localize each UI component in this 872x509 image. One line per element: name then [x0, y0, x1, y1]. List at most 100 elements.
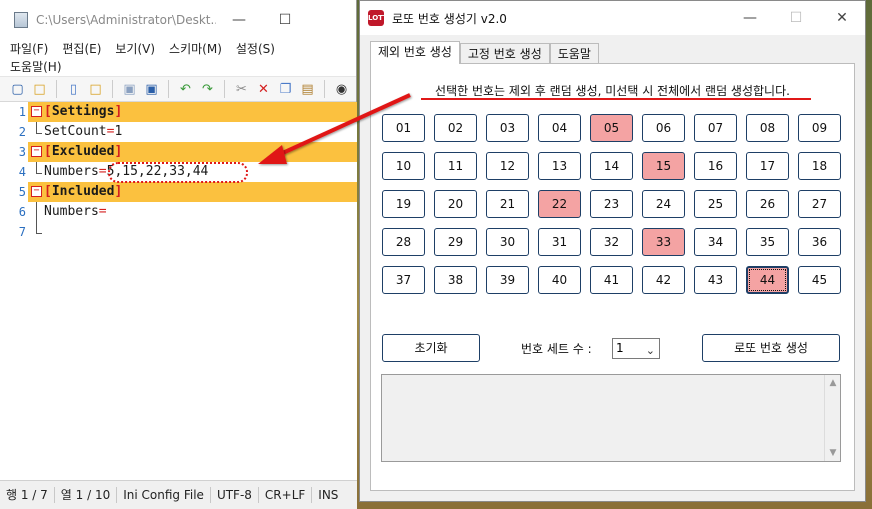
- number-button[interactable]: 19: [382, 190, 425, 218]
- number-button[interactable]: 16: [694, 152, 737, 180]
- number-button[interactable]: 13: [538, 152, 581, 180]
- number-button[interactable]: 04: [538, 114, 581, 142]
- kv-line-setcount: SetCount=1: [28, 122, 357, 142]
- scroll-up-icon[interactable]: ▲: [825, 375, 841, 391]
- maximize-button[interactable]: ☐: [262, 0, 308, 40]
- editor-text-area[interactable]: 1 2 3 4 5 6 7 − [Settings] SetCount=1 − …: [0, 102, 357, 480]
- lotto-app-icon: LOTTO: [368, 10, 394, 26]
- undo-icon[interactable]: ↶: [176, 80, 195, 99]
- paste-icon[interactable]: ▤: [298, 80, 317, 99]
- annotation-highlight-oval: [108, 162, 248, 183]
- annotation-underline: [421, 98, 811, 100]
- scrollbar[interactable]: ▲ ▼: [824, 375, 840, 461]
- menu-edit[interactable]: 편집(E): [62, 40, 101, 58]
- editor-titlebar: C:\Users\Administrator\Deskt... — ☐: [0, 0, 356, 40]
- menu-file[interactable]: 파일(F): [10, 40, 48, 58]
- lotto-title: 로또 번호 생성기 v2.0: [392, 11, 507, 26]
- number-button[interactable]: 02: [434, 114, 477, 142]
- key-value: 1: [114, 124, 123, 139]
- set-count-value: 1: [616, 341, 624, 355]
- fold-toggle-icon[interactable]: −: [31, 186, 42, 197]
- tab-help[interactable]: 도움말: [549, 43, 599, 64]
- new-file-icon[interactable]: ▯: [64, 80, 83, 99]
- minimize-button[interactable]: —: [216, 0, 262, 40]
- number-button[interactable]: 41: [590, 266, 633, 294]
- number-button[interactable]: 06: [642, 114, 685, 142]
- number-button[interactable]: 42: [642, 266, 685, 294]
- number-button[interactable]: 08: [746, 114, 789, 142]
- reset-button[interactable]: 초기화: [382, 334, 480, 362]
- number-button[interactable]: 39: [486, 266, 529, 294]
- scroll-down-icon[interactable]: ▼: [825, 445, 841, 461]
- number-button[interactable]: 35: [746, 228, 789, 256]
- status-column: 열 1 / 10: [55, 487, 118, 503]
- copy-icon[interactable]: ❐: [276, 80, 295, 99]
- number-button[interactable]: 38: [434, 266, 477, 294]
- open-file-icon[interactable]: □: [86, 80, 105, 99]
- number-button[interactable]: 40: [538, 266, 581, 294]
- editor-window: C:\Users\Administrator\Deskt... — ☐ 파일(F…: [0, 0, 357, 509]
- number-button[interactable]: 25: [694, 190, 737, 218]
- open-folder-icon[interactable]: □: [30, 80, 49, 99]
- number-button[interactable]: 44: [746, 266, 789, 294]
- book-icon[interactable]: ▢: [8, 80, 27, 99]
- number-button[interactable]: 15: [642, 152, 685, 180]
- number-button[interactable]: 27: [798, 190, 841, 218]
- number-button[interactable]: 23: [590, 190, 633, 218]
- number-button[interactable]: 17: [746, 152, 789, 180]
- toolbar-separator: [224, 80, 225, 98]
- redo-icon[interactable]: ↷: [198, 80, 217, 99]
- number-button[interactable]: 34: [694, 228, 737, 256]
- menu-settings[interactable]: 설정(S): [236, 40, 275, 58]
- number-button[interactable]: 24: [642, 190, 685, 218]
- number-button[interactable]: 05: [590, 114, 633, 142]
- number-button[interactable]: 07: [694, 114, 737, 142]
- close-button[interactable]: ✕: [819, 1, 865, 35]
- cut-icon[interactable]: ✂: [232, 80, 251, 99]
- fold-toggle-icon[interactable]: −: [31, 146, 42, 157]
- number-button[interactable]: 28: [382, 228, 425, 256]
- toolbar-separator: [56, 80, 57, 98]
- number-button[interactable]: 12: [486, 152, 529, 180]
- menu-help[interactable]: 도움말(H): [10, 58, 62, 76]
- number-button[interactable]: 37: [382, 266, 425, 294]
- maximize-button[interactable]: ☐: [773, 1, 819, 35]
- save-icon[interactable]: ▣: [120, 80, 139, 99]
- number-button[interactable]: 26: [746, 190, 789, 218]
- number-button[interactable]: 29: [434, 228, 477, 256]
- minimize-button[interactable]: —: [727, 1, 773, 35]
- delete-icon[interactable]: ✕: [254, 80, 273, 99]
- number-button[interactable]: 20: [434, 190, 477, 218]
- menu-view[interactable]: 보기(V): [115, 40, 155, 58]
- menu-schema[interactable]: 스키마(M): [169, 40, 222, 58]
- number-button[interactable]: 21: [486, 190, 529, 218]
- fold-toggle-icon[interactable]: −: [31, 106, 42, 117]
- number-button[interactable]: 22: [538, 190, 581, 218]
- number-button[interactable]: 32: [590, 228, 633, 256]
- number-button[interactable]: 36: [798, 228, 841, 256]
- status-filetype: Ini Config File: [117, 487, 211, 503]
- set-count-select[interactable]: 1 ⌄: [612, 338, 660, 359]
- result-textbox[interactable]: ▲ ▼: [381, 374, 841, 462]
- status-line: 행 1 / 7: [0, 487, 55, 503]
- number-button[interactable]: 14: [590, 152, 633, 180]
- number-button[interactable]: 43: [694, 266, 737, 294]
- number-button[interactable]: 31: [538, 228, 581, 256]
- generate-button[interactable]: 로또 번호 생성: [702, 334, 840, 362]
- number-button[interactable]: 10: [382, 152, 425, 180]
- binoculars-icon[interactable]: ◉: [332, 80, 351, 99]
- save-as-icon[interactable]: ▣: [142, 80, 161, 99]
- editor-toolbar: ▢ □ ▯ □ ▣ ▣ ↶ ↷ ✂ ✕ ❐ ▤ ◉: [0, 76, 356, 102]
- number-button[interactable]: 09: [798, 114, 841, 142]
- number-button[interactable]: 01: [382, 114, 425, 142]
- number-button[interactable]: 45: [798, 266, 841, 294]
- number-button[interactable]: 03: [486, 114, 529, 142]
- number-button[interactable]: 30: [486, 228, 529, 256]
- number-button[interactable]: 18: [798, 152, 841, 180]
- line-number: 3: [18, 145, 26, 159]
- number-button[interactable]: 11: [434, 152, 477, 180]
- number-button[interactable]: 33: [642, 228, 685, 256]
- tab-fixed[interactable]: 고정 번호 생성: [459, 43, 550, 64]
- tab-exclude[interactable]: 제외 번호 생성: [370, 41, 460, 64]
- status-encoding: UTF-8: [211, 487, 259, 503]
